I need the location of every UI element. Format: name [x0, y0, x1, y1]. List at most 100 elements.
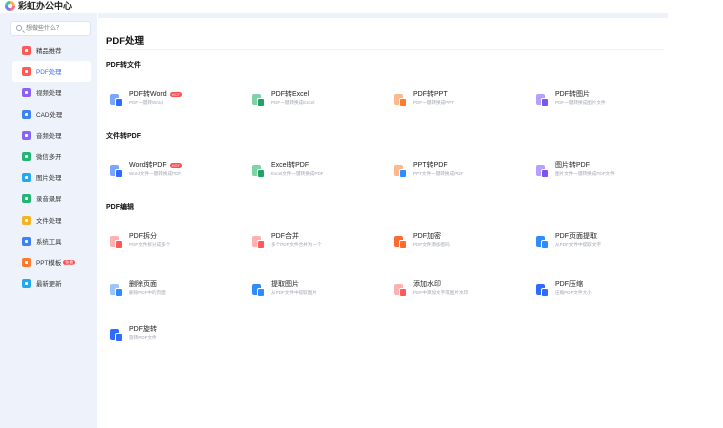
- search-box[interactable]: [10, 21, 91, 36]
- sidebar-item-1[interactable]: PDF处理: [12, 61, 91, 83]
- sidebar-item-3[interactable]: CAD处理: [0, 104, 97, 125]
- tool-description: PDF中添加文字或图片水印: [413, 290, 469, 295]
- tool-description: PDF文件拆分成多个: [129, 242, 171, 247]
- tool-title: 添加水印: [413, 281, 441, 288]
- pdf-to-excel-icon: [252, 94, 265, 107]
- app-title: 彩虹办公中心: [18, 1, 73, 11]
- tool-card[interactable]: PDF转PPT PDF一键转换成PPT: [394, 90, 524, 112]
- tool-description: 多个PDF文件合并为一个: [271, 242, 322, 247]
- tool-title: PDF压缩: [555, 281, 583, 288]
- tool-title: Word转PDF: [129, 162, 167, 169]
- sidebar-item-label: 录音录屏: [36, 196, 62, 204]
- page-title: PDF处理: [106, 36, 145, 47]
- sidebar-item-label: 音频处理: [36, 132, 62, 140]
- tool-card[interactable]: 提取图片 从PDF文件中提取图片: [252, 280, 382, 302]
- tool-card[interactable]: PDF加密 PDF文件添加密码: [394, 232, 524, 254]
- tool-description: 压缩PDF文件大小: [555, 290, 592, 295]
- tool-card[interactable]: PPT转PDF PPT文件一键转换成PDF: [394, 161, 524, 183]
- sidebar-item-9[interactable]: 系统工具: [0, 231, 97, 252]
- wechat-icon: [22, 152, 31, 162]
- tool-description: PDF一键转Word: [129, 100, 163, 105]
- new-badge: 免费: [63, 259, 76, 265]
- sidebar-item-label: CAD处理: [36, 111, 63, 119]
- divider: [106, 49, 664, 50]
- tool-title: 提取图片: [271, 281, 299, 288]
- sidebar-item-label: 微信多开: [36, 154, 62, 162]
- tool-card[interactable]: PDF拆分 PDF文件拆分成多个: [110, 232, 240, 254]
- sidebar-item-label: 系统工具: [36, 238, 62, 246]
- tool-title: PPT转PDF: [413, 162, 448, 169]
- sidebar-item-7[interactable]: 录音录屏: [0, 188, 97, 209]
- tool-card[interactable]: PDF转图片 PDF一键转换成图片文件: [536, 90, 666, 112]
- title-bar: 彩虹办公中心: [0, 0, 723, 13]
- tool-card[interactable]: Word转PDF HOT Word文件一键转换成PDF: [110, 161, 240, 183]
- section-title: PDF编辑: [106, 204, 134, 211]
- ppt-to-pdf-icon: [394, 165, 407, 178]
- sidebar-item-label: 图片处理: [36, 175, 62, 183]
- hot-badge: HOT: [169, 92, 183, 97]
- gift-icon: [22, 46, 31, 56]
- tool-card[interactable]: 删除页面 删除PDF中的页面: [110, 280, 240, 302]
- app-logo-icon: [5, 1, 15, 11]
- sidebar-item-10[interactable]: PPT模板 免费: [0, 252, 97, 273]
- search-icon: [16, 25, 22, 31]
- add-watermark-icon: [394, 284, 407, 297]
- tool-title: PDF转PPT: [413, 91, 448, 98]
- record-icon: [22, 194, 31, 204]
- tool-card[interactable]: PDF转Excel PDF一键转换成Excel: [252, 90, 382, 112]
- sidebar-item-6[interactable]: 图片处理: [0, 167, 97, 188]
- sidebar: 精品推荐 PDF处理视频处理 CAD处理音频处理微信多开图片处理录音录屏文件处理系统…: [0, 13, 97, 428]
- update-icon: [22, 279, 31, 289]
- sidebar-item-2[interactable]: 视频处理: [0, 82, 97, 103]
- tool-title: PDF页面提取: [555, 233, 597, 240]
- tool-title: PDF旋转: [129, 326, 157, 333]
- tool-card[interactable]: PDF合并多个PDF文件合并为一个: [252, 232, 382, 254]
- tool-title: PDF加密: [413, 233, 441, 240]
- extract-image-icon: [252, 284, 265, 297]
- tool-card[interactable]: PDF转Word HOT PDF一键转Word: [110, 90, 240, 112]
- sidebar-nav: 精品推荐 PDF处理视频处理 CAD处理音频处理微信多开图片处理录音录屏文件处理系统…: [0, 40, 97, 294]
- pdf-to-word-icon: [110, 94, 123, 107]
- tool-card[interactable]: PDF旋转旋转PDF文件: [110, 325, 240, 347]
- tool-description: Word文件一键转换成PDF: [129, 171, 182, 176]
- tool-title: 图片转PDF: [555, 162, 590, 169]
- pdf-encrypt-icon: [394, 236, 407, 249]
- sidebar-item-label: 最新更新: [36, 281, 62, 289]
- tool-card[interactable]: 图片转PDF 图片文件一键转换成PDF文件: [536, 161, 666, 183]
- sidebar-item-label: PDF处理: [36, 69, 62, 77]
- tool-title: Excel转PDF: [271, 162, 310, 169]
- right-margin: [668, 18, 723, 428]
- image-to-pdf-icon: [536, 165, 549, 178]
- video-icon: [22, 88, 31, 98]
- sidebar-item-0[interactable]: 精品推荐: [0, 40, 97, 61]
- tool-title: PDF转Excel: [271, 91, 310, 98]
- tool-title: PDF转图片: [555, 91, 590, 98]
- sidebar-item-label: 精品推荐: [36, 48, 62, 56]
- tool-card[interactable]: 添加水印 PDF中添加文字或图片水印: [394, 280, 524, 302]
- tool-card[interactable]: Excel转PDF Excel文件一键转换成PDF: [252, 161, 382, 183]
- tool-description: 旋转PDF文件: [129, 335, 157, 340]
- pdf-merge-icon: [252, 236, 265, 249]
- sidebar-item-8[interactable]: 文件处理: [0, 210, 97, 231]
- tools-icon: [22, 236, 31, 246]
- pdf-extract-page-icon: [536, 236, 549, 249]
- tool-card[interactable]: PDF页面提取 从PDF文件中提取文字: [536, 232, 666, 254]
- sidebar-item-4[interactable]: 音频处理: [0, 125, 97, 146]
- pdf-compress-icon: [536, 284, 549, 297]
- pdf-icon: [22, 67, 31, 77]
- tool-description: PDF一键转换成Excel: [271, 100, 315, 105]
- tool-card[interactable]: PDF压缩压缩PDF文件大小: [536, 280, 666, 302]
- search-input[interactable]: [26, 23, 88, 34]
- excel-to-pdf-icon: [252, 165, 265, 178]
- cad-icon: [22, 109, 31, 119]
- pdf-rotate-icon: [110, 329, 123, 342]
- sidebar-item-5[interactable]: 微信多开: [0, 146, 97, 167]
- tool-title: PDF转Word: [129, 91, 167, 98]
- tool-description: PPT文件一键转换成PDF: [413, 171, 464, 176]
- tool-title: PDF合并: [271, 233, 299, 240]
- tool-description: 从PDF文件中提取文字: [555, 242, 601, 247]
- folder-icon: [22, 215, 31, 225]
- tool-description: PDF一键转换成PPT: [413, 100, 455, 105]
- pdf-to-image-icon: [536, 94, 549, 107]
- sidebar-item-11[interactable]: 最新更新: [0, 273, 97, 294]
